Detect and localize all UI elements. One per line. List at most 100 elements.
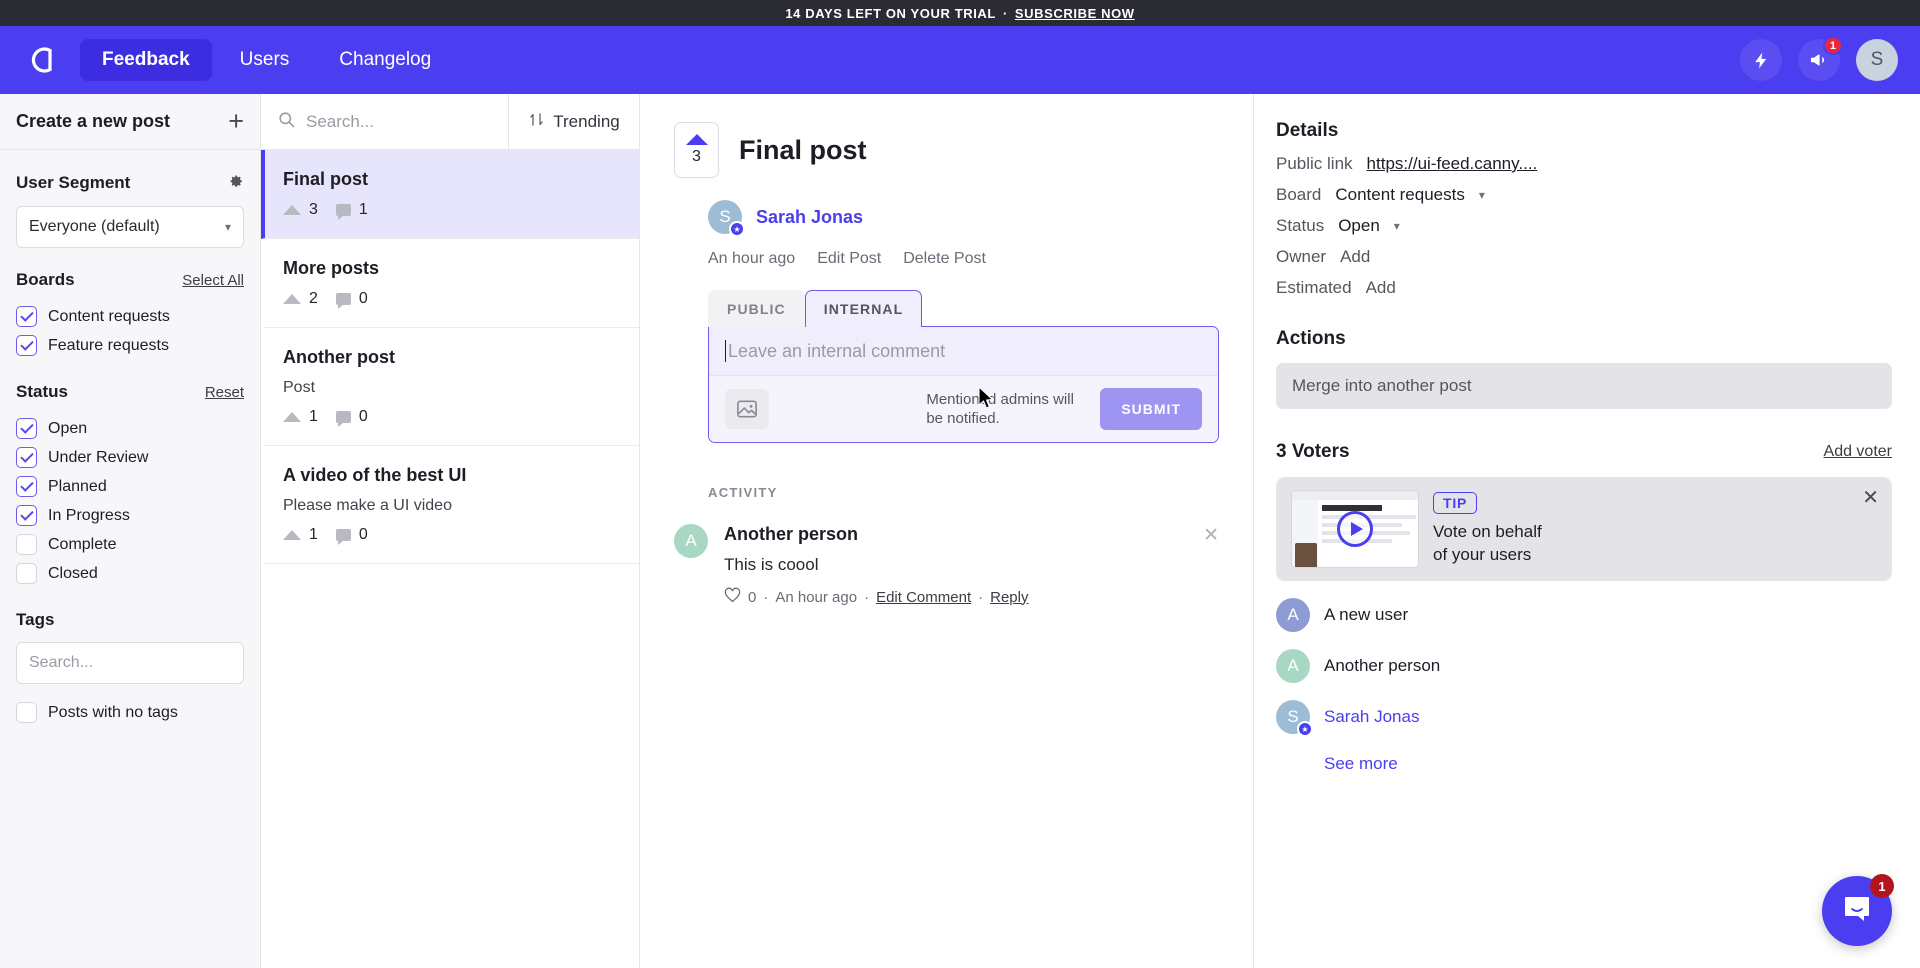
post-item-vote-count: 3 [309, 201, 318, 219]
avatar: A [1276, 598, 1310, 632]
trial-banner: 14 DAYS LEFT ON YOUR TRIAL · SUBSCRIBE N… [0, 0, 1920, 26]
submit-comment-button[interactable]: SUBMIT [1100, 388, 1202, 430]
upvote-arrow-icon [283, 412, 301, 422]
intercom-launcher-button[interactable]: 1 [1822, 876, 1892, 946]
estimated-add-button[interactable]: Add [1366, 278, 1396, 298]
boards-section: Boards Select All Content requests Featu… [0, 248, 260, 360]
delete-post-button[interactable]: Delete Post [903, 250, 986, 268]
post-list-item-another-post[interactable]: Another post Post 1 0 [261, 328, 639, 446]
checkbox-icon[interactable] [16, 335, 37, 356]
tab-internal[interactable]: INTERNAL [805, 290, 923, 327]
details-row-status[interactable]: Status Open ▾ [1276, 216, 1892, 236]
avatar: A [674, 524, 708, 558]
post-author-name[interactable]: Sarah Jonas [756, 207, 863, 228]
tags-search-input[interactable]: Search... [16, 642, 244, 684]
public-link-value[interactable]: https://ui-feed.canny.... [1367, 154, 1538, 174]
details-key: Estimated [1276, 278, 1352, 298]
checkbox-icon[interactable] [16, 476, 37, 497]
owner-add-button[interactable]: Add [1340, 247, 1370, 267]
sort-trending-button[interactable]: Trending [509, 94, 639, 149]
status-checkbox-in-progress[interactable]: In Progress [16, 501, 244, 530]
board-label: Feature requests [48, 337, 169, 355]
post-item-meta: 1 0 [283, 408, 620, 426]
post-item-votes: 1 [283, 408, 318, 426]
lightning-bolt-icon[interactable] [1740, 39, 1782, 81]
voter-item-a-new-user[interactable]: A A new user [1276, 598, 1892, 632]
play-icon[interactable] [1337, 511, 1373, 547]
checkbox-icon[interactable] [16, 418, 37, 439]
subscribe-now-link[interactable]: SUBSCRIBE NOW [1015, 6, 1135, 21]
chevron-down-icon: ▾ [1394, 219, 1400, 233]
left-sidebar: Create a new post + User Segment Everyon… [0, 94, 261, 968]
tip-badge: TIP [1433, 492, 1477, 514]
post-list-item-more-posts[interactable]: More posts 2 0 [261, 239, 639, 328]
dot-separator: · [864, 589, 869, 606]
post-item-votes: 3 [283, 201, 318, 219]
create-new-post-button[interactable]: Create a new post + [0, 94, 260, 150]
upvote-arrow-icon [283, 205, 301, 215]
checkbox-icon[interactable] [16, 534, 37, 555]
megaphone-icon[interactable]: 1 [1798, 39, 1840, 81]
heart-icon[interactable] [724, 587, 741, 607]
reply-button[interactable]: Reply [990, 589, 1028, 606]
checkbox-icon[interactable] [16, 563, 37, 584]
close-icon[interactable]: ✕ [1203, 524, 1219, 607]
boards-title: Boards [16, 270, 75, 290]
post-search-input[interactable]: Search... [261, 94, 509, 149]
nav-item-feedback[interactable]: Feedback [80, 39, 212, 81]
checkbox-icon[interactable] [16, 447, 37, 468]
board-checkbox-content-requests[interactable]: Content requests [16, 302, 244, 331]
nav-items: Feedback Users Changelog [80, 39, 453, 81]
upvote-button[interactable]: 3 [674, 122, 719, 178]
tab-public[interactable]: PUBLIC [708, 290, 805, 327]
avatar[interactable]: S [1856, 39, 1898, 81]
canny-c-logo-icon[interactable] [22, 40, 62, 80]
tags-search-placeholder: Search... [29, 654, 93, 672]
user-segment-select[interactable]: Everyone (default) ▾ [16, 206, 244, 248]
plus-icon[interactable]: + [228, 108, 244, 135]
status-checkbox-complete[interactable]: Complete [16, 530, 244, 559]
search-icon [277, 110, 296, 134]
details-key: Public link [1276, 154, 1353, 174]
status-label: In Progress [48, 507, 130, 525]
post-list-item-final-post[interactable]: Final post 3 1 [261, 150, 639, 239]
checkbox-icon[interactable] [16, 306, 37, 327]
details-row-board[interactable]: Board Content requests ▾ [1276, 185, 1892, 205]
posts-with-no-tags-checkbox[interactable]: Posts with no tags [16, 698, 244, 727]
select-all-link[interactable]: Select All [182, 272, 244, 289]
edit-post-button[interactable]: Edit Post [817, 250, 881, 268]
add-voter-link[interactable]: Add voter [1824, 443, 1892, 461]
status-checkbox-planned[interactable]: Planned [16, 472, 244, 501]
voter-item-sarah-jonas[interactable]: S ★ Sarah Jonas [1276, 700, 1892, 734]
checkbox-icon[interactable] [16, 505, 37, 526]
comment-footer: 0 · An hour ago · Edit Comment · Reply [724, 587, 1187, 607]
avatar-initial: A [1287, 605, 1298, 625]
status-label: Planned [48, 478, 107, 496]
post-search-placeholder: Search... [306, 112, 374, 132]
tip-card[interactable]: TIP Vote on behalf of your users ✕ [1276, 477, 1892, 581]
status-checkbox-open[interactable]: Open [16, 414, 244, 443]
comment-input[interactable]: Leave an internal comment [709, 327, 1218, 375]
status-checkbox-under-review[interactable]: Under Review [16, 443, 244, 472]
post-list-item-a-video-of-the-best-ui[interactable]: A video of the best UI Please make a UI … [261, 446, 639, 564]
nav-item-changelog[interactable]: Changelog [317, 39, 453, 81]
merge-into-another-post-button[interactable]: Merge into another post [1276, 363, 1892, 409]
avatar: S ★ [708, 200, 742, 234]
reset-link[interactable]: Reset [205, 384, 244, 401]
checkbox-icon[interactable] [16, 702, 37, 723]
comment-text: This is coool [724, 555, 1187, 575]
tip-video-thumbnail[interactable] [1291, 490, 1419, 568]
voter-item-another-person[interactable]: A Another person [1276, 649, 1892, 683]
nav-right-group: 1 S [1740, 39, 1898, 81]
board-checkbox-feature-requests[interactable]: Feature requests [16, 331, 244, 360]
nav-item-users[interactable]: Users [218, 39, 312, 81]
gear-icon[interactable] [227, 172, 244, 194]
details-title: Details [1276, 120, 1892, 142]
image-upload-icon[interactable] [725, 389, 769, 429]
status-checkbox-closed[interactable]: Closed [16, 559, 244, 588]
see-more-voters-link[interactable]: See more [1324, 754, 1892, 774]
edit-comment-button[interactable]: Edit Comment [876, 589, 971, 606]
details-key: Owner [1276, 247, 1326, 267]
post-item-snippet: Please make a UI video [283, 497, 620, 515]
close-icon[interactable]: ✕ [1862, 488, 1879, 508]
